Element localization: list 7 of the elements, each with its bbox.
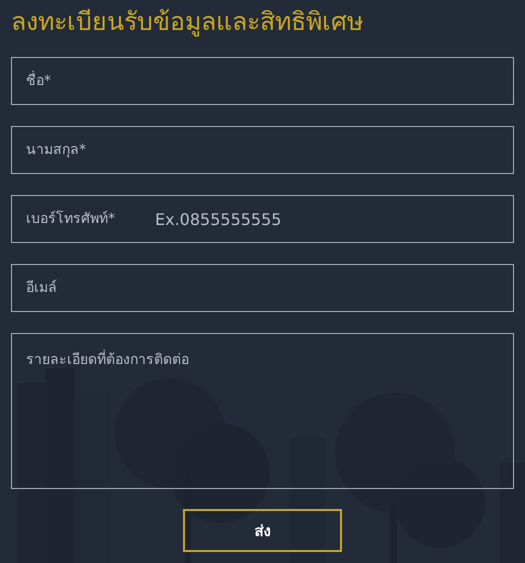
input-field[interactable]: นามสกุล*: [11, 126, 514, 174]
field-label: เบอร์โทรศัพท์*: [26, 210, 115, 228]
submit-button[interactable]: ส่ง: [183, 509, 342, 552]
page-title: ลงทะเบียนรับข้อมูลและสิทธิพิเศษ: [11, 6, 364, 38]
message-field[interactable]: รายละเอียดที่ต้องการติดต่อ: [11, 333, 514, 489]
input-field[interactable]: ชื่อ*: [11, 57, 514, 105]
input-field[interactable]: อีเมล์: [11, 264, 514, 312]
